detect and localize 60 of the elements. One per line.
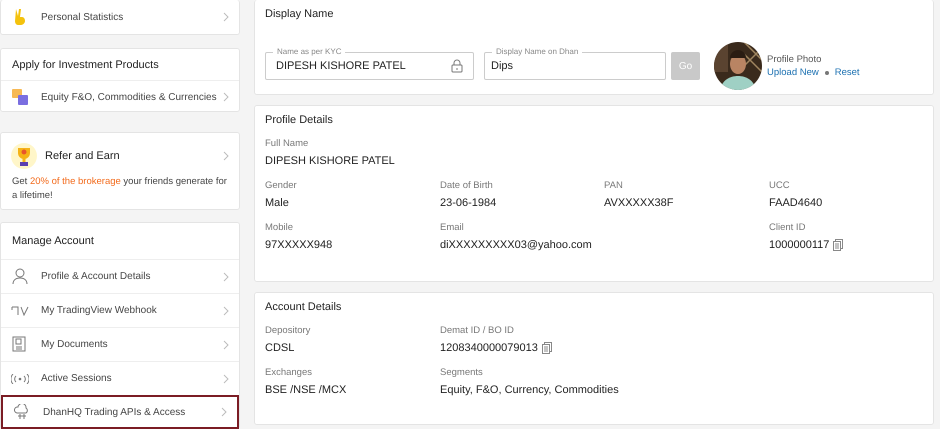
card-title: Manage Account	[11, 234, 95, 249]
field-label: Exchanges	[265, 367, 314, 378]
chevron-icon	[223, 92, 229, 102]
copy-icon[interactable]	[833, 239, 844, 251]
photo-label: Profile Photo	[767, 54, 822, 65]
copy-icon[interactable]	[542, 342, 552, 354]
chevron-icon	[221, 407, 227, 417]
field-value: FAAD4640	[769, 197, 822, 209]
chevron-icon	[223, 272, 229, 282]
field-value: diXXXXXXXXX03@yahoo.com	[440, 239, 592, 251]
separator-dot	[824, 70, 829, 74]
field-label: Segments	[440, 367, 484, 378]
field-value: 1000000117	[769, 239, 830, 251]
link[interactable]: Reset	[834, 67, 860, 78]
menu-item[interactable]: Personal Statistics	[1, 0, 239, 34]
field-label: Mobile	[265, 222, 294, 233]
chevron-icon	[223, 12, 229, 22]
link[interactable]: Upload New	[767, 67, 819, 78]
menu-item[interactable]: DhanHQ Trading APIs & Access	[1, 395, 239, 429]
field-value: Equity, F&O, Currency, Commodities	[440, 384, 619, 396]
card-title: Account Details	[264, 300, 342, 313]
lock-icon	[451, 59, 463, 73]
field-label: UCC	[769, 180, 791, 191]
chevron-icon	[223, 306, 229, 316]
field-value: CDSL	[265, 342, 294, 354]
menu-item[interactable]: My TradingView Webhook	[1, 293, 239, 327]
chevron-icon	[223, 340, 229, 350]
menu-item[interactable]: Profile & Account Details	[1, 259, 239, 293]
person-icon	[11, 268, 29, 285]
menu-item[interactable]: Active Sessions	[1, 361, 239, 395]
field-value: AVXXXXX38F	[604, 197, 674, 209]
refer-title[interactable]: Refer and Earn	[45, 150, 223, 162]
field-value: BSE /NSE /MCX	[265, 384, 346, 396]
menu-item[interactable]: Equity F&O, Commodities & Currencies	[1, 80, 239, 113]
field-label: Date of Birth	[440, 180, 494, 191]
referral-text: Get 20% of the brokerage your friends generate for a lifetime!	[12, 175, 228, 203]
field-label: Full Name	[265, 138, 310, 149]
field-label: Email	[440, 222, 465, 233]
field-value: 1208340000079013	[440, 342, 538, 354]
field-label: Display Name on Dhan	[492, 47, 582, 57]
field-value: 23-06-1984	[440, 197, 496, 209]
signal-icon	[11, 374, 29, 384]
chevron-icon	[223, 151, 229, 161]
card-title: Apply for Investment Products	[11, 58, 160, 72]
cloud-icon	[13, 404, 31, 420]
menu-item[interactable]: My Documents	[1, 327, 239, 361]
field-label: Gender	[265, 180, 298, 191]
trophy-icon	[11, 143, 37, 169]
card-title: Display Name	[264, 7, 334, 20]
field-value: DIPESH KISHORE PATEL	[265, 155, 395, 167]
badge-icon	[11, 89, 29, 105]
field-label: Name as per KYC	[273, 47, 346, 57]
card-title: Profile Details	[264, 113, 334, 126]
field-label: Demat ID / BO ID	[440, 325, 515, 336]
field-value: 97XXXXX948	[265, 239, 332, 251]
chevron-icon	[223, 374, 229, 384]
field-label: Client ID	[769, 222, 806, 233]
field-value: Male	[265, 197, 289, 209]
field-label: PAN	[604, 180, 624, 191]
field-label: Depository	[265, 325, 312, 336]
